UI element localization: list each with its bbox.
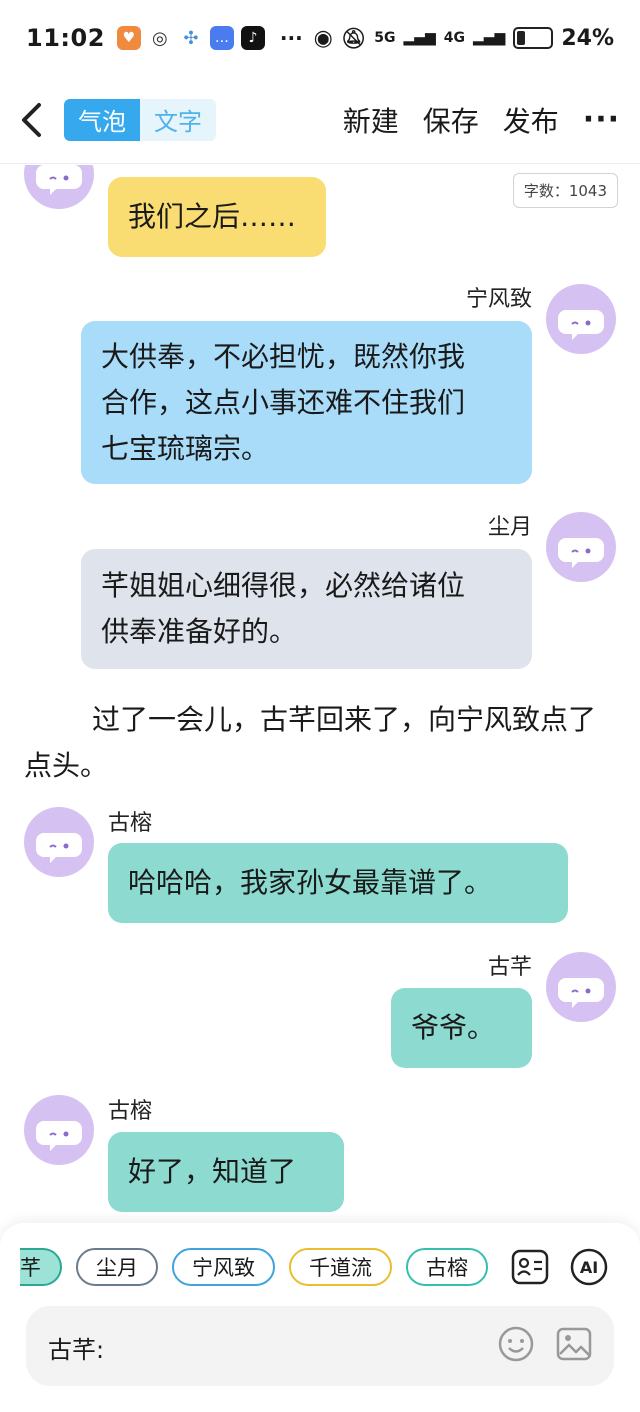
svg-text:AI: AI: [580, 1258, 598, 1277]
tiktok-app-icon: ♪: [240, 26, 265, 50]
battery-percent: 24%: [561, 25, 614, 51]
mode-text-tab[interactable]: 文字: [140, 99, 216, 141]
input-speaker-label: 古芊:: [48, 1336, 105, 1364]
wechat-app-icon: ◎: [147, 26, 172, 50]
message-bubble-5[interactable]: 好了，知道了: [108, 1132, 344, 1212]
top-actions: 新建 保存 发布 ···: [343, 100, 620, 140]
battery-icon: [513, 27, 554, 49]
save-button[interactable]: 保存: [423, 100, 479, 140]
taobao-app-icon: ♥: [116, 26, 141, 50]
signal-icon: ▂▄▆: [403, 30, 436, 46]
mode-bubble-tab[interactable]: 气泡: [64, 98, 140, 141]
ai-icon[interactable]: AI: [569, 1247, 609, 1287]
emoji-icon[interactable]: [496, 1324, 536, 1364]
top-bar: 气泡 文字 新建 保存 发布 ···: [0, 76, 640, 164]
eye-icon: ◉: [313, 25, 333, 51]
message-text: 我们之后……: [128, 200, 297, 233]
avatar-face-icon[interactable]: [24, 165, 94, 209]
publish-button[interactable]: 发布: [503, 100, 559, 140]
message-text: 好了，知道了: [128, 1155, 297, 1188]
message-bubble-2[interactable]: 芊姐姐心细得很，必然给诸位 供奉准备好的。: [81, 549, 532, 669]
status-time: 11:02: [26, 24, 105, 52]
message-bubble-0[interactable]: 我们之后……: [108, 177, 326, 257]
narration-text[interactable]: 过了一会儿，古芊回来了，向宁风致点了点头。: [24, 697, 614, 789]
system-status: ◉ 🔕︎ 5G ▂▄▆ 4G ▂▄▆ 24%: [314, 26, 614, 51]
signal-icon-2: ▂▄▆: [473, 30, 506, 46]
message-bubble-3[interactable]: 哈哈哈，我家孙女最靠谱了。: [108, 843, 568, 923]
chip-character[interactable]: 古榕: [406, 1248, 488, 1286]
bottom-panel: 芊 尘月 宁风致 千道流 古榕 AI 古芊:: [0, 1223, 640, 1412]
image-icon[interactable]: [554, 1324, 594, 1364]
network-4g-label: 4G: [443, 30, 466, 46]
message-text-line: 芊姐姐心细得很，必然给诸位: [101, 569, 466, 602]
message-text: 爷爷。: [411, 1011, 496, 1044]
message-bubble-4[interactable]: 爷爷。: [391, 988, 532, 1068]
more-icon[interactable]: ···: [583, 102, 620, 137]
chip-character[interactable]: 宁风致: [172, 1248, 275, 1286]
chip-character-selected[interactable]: 芊: [20, 1248, 62, 1286]
chat-area[interactable]: 我们之后…… 字数：1043 宁风致 大供奉，不必担忧，既然你我 合作，这点小事…: [0, 165, 640, 1223]
word-count-badge: 字数：1043: [512, 173, 618, 208]
mode-toggle: 气泡 文字: [64, 98, 216, 141]
avatar-face-icon[interactable]: [24, 1095, 94, 1165]
status-bar: 11:02 ♥ ◎ ✣ … ♪ ··· ◉ 🔕︎ 5G ▂▄▆ 4G ▂▄▆ 2…: [0, 0, 640, 76]
message-text-line: 大供奉，不必担忧，既然你我: [101, 339, 466, 373]
input-field[interactable]: 古芊:: [26, 1306, 614, 1386]
message-app-icon: …: [209, 26, 234, 50]
mute-icon: 🔕︎: [340, 26, 367, 50]
avatar-face-icon[interactable]: [24, 807, 94, 877]
message-text: 哈哈哈，我家孙女最靠谱了。: [128, 866, 493, 899]
chip-character[interactable]: 千道流: [289, 1248, 392, 1286]
profile-card-icon[interactable]: [510, 1247, 550, 1287]
message-bubble-1[interactable]: 大供奉，不必担忧，既然你我 合作，这点小事还难不住我们 七宝琉璃宗。: [81, 321, 532, 484]
sender-name: 尘月: [487, 515, 532, 540]
more-notifications-icon: ···: [279, 26, 303, 50]
sender-name: 宁风致: [465, 287, 532, 312]
sender-name: 古芊: [487, 955, 532, 980]
avatar-face-icon[interactable]: [546, 512, 616, 582]
pinwheel-app-icon: ✣: [178, 26, 203, 50]
message-text-line: 合作，这点小事还难不住我们: [101, 385, 466, 419]
message-text-line: 七宝琉璃宗。: [101, 431, 270, 465]
message-text-line: 供奉准备好的。: [101, 615, 298, 648]
back-arrow-icon[interactable]: [20, 100, 50, 140]
character-chips: 芊 尘月 宁风致 千道流 古榕: [20, 1248, 488, 1286]
network-5g-label: 5G: [374, 30, 396, 46]
notification-icons: ♥ ◎ ✣ … ♪ ···: [116, 26, 303, 50]
sender-name: 古榕: [108, 1099, 153, 1124]
sender-name: 古榕: [108, 811, 153, 836]
avatar-face-icon[interactable]: [546, 952, 616, 1022]
avatar-face-icon[interactable]: [546, 284, 616, 354]
new-button[interactable]: 新建: [343, 100, 399, 140]
chip-character[interactable]: 尘月: [76, 1248, 158, 1286]
